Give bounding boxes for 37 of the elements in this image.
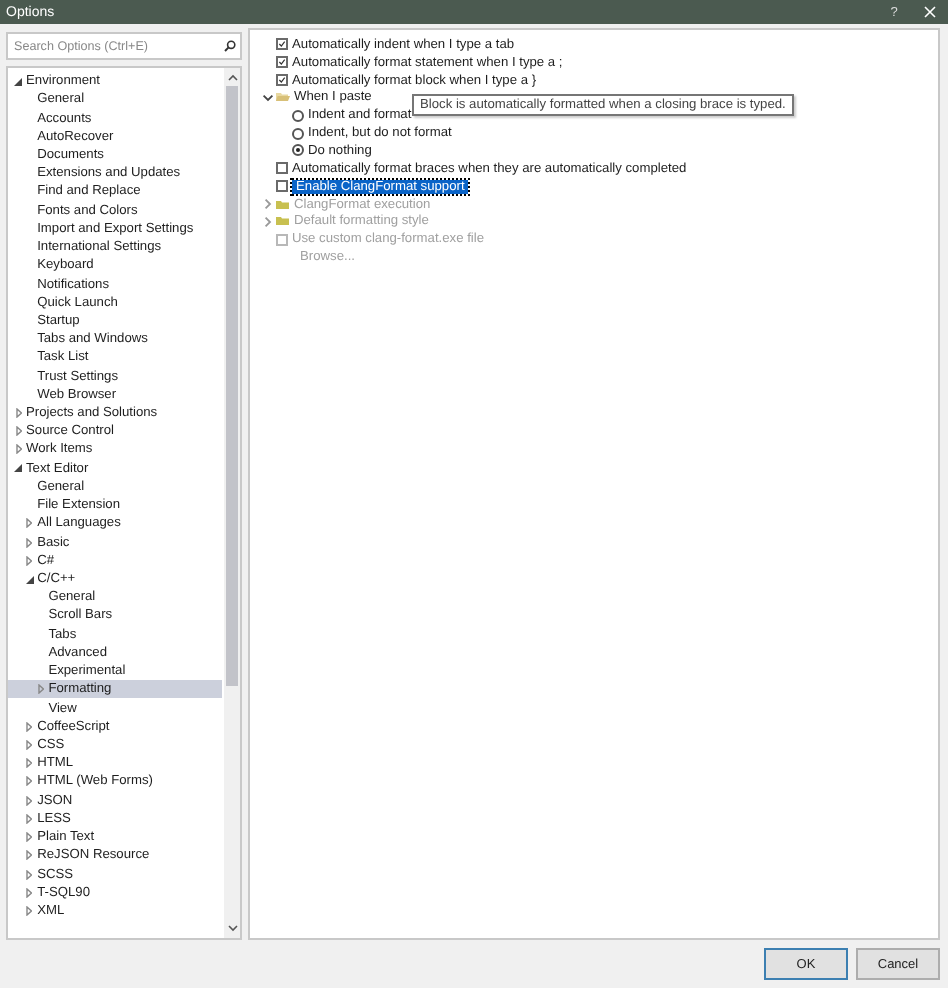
search-icon[interactable] [224,40,236,52]
collapsed-triangle-icon[interactable] [26,721,33,732]
collapsed-triangle-icon[interactable] [26,795,33,806]
collapsed-triangle-icon[interactable] [15,408,21,419]
radio-button[interactable] [292,109,304,122]
collapsed-triangle-icon[interactable] [26,869,33,880]
checkbox[interactable] [276,74,288,87]
collapsed-triangle-icon[interactable] [26,537,33,548]
close-icon[interactable] [924,6,936,18]
folder-icon [276,92,290,103]
expanded-triangle-icon[interactable] [14,464,22,473]
scroll-up-icon[interactable] [227,74,237,82]
collapsed-triangle-icon[interactable] [26,850,33,861]
collapsed-triangle-icon[interactable] [15,426,21,437]
checkbox[interactable] [276,162,288,175]
expanded-triangle-icon[interactable] [14,77,22,86]
collapsed-triangle-icon[interactable] [26,905,33,916]
radio-button[interactable] [292,144,304,157]
collapsed-triangle-icon[interactable] [26,555,33,566]
collapsed-triangle-icon[interactable] [15,444,21,455]
chevron-down-icon[interactable] [261,93,273,102]
checkbox[interactable] [276,180,288,193]
collapsed-triangle-icon[interactable] [26,739,33,750]
collapsed-triangle-icon[interactable] [26,518,33,529]
scrollbar-thumb[interactable] [226,86,238,686]
scrollbar[interactable] [224,68,240,938]
collapsed-triangle-icon[interactable] [26,832,33,843]
expanded-triangle-icon[interactable] [25,575,34,584]
collapsed-triangle-icon[interactable] [26,776,33,787]
collapsed-triangle-icon[interactable] [37,684,44,695]
collapsed-triangle-icon[interactable] [26,758,33,769]
checkbox[interactable] [276,56,288,69]
collapsed-triangle-icon[interactable] [26,887,33,898]
radio-button[interactable] [292,127,304,140]
scroll-down-icon[interactable] [227,924,237,932]
checkbox[interactable] [276,38,288,51]
collapsed-triangle-icon[interactable] [26,813,33,824]
